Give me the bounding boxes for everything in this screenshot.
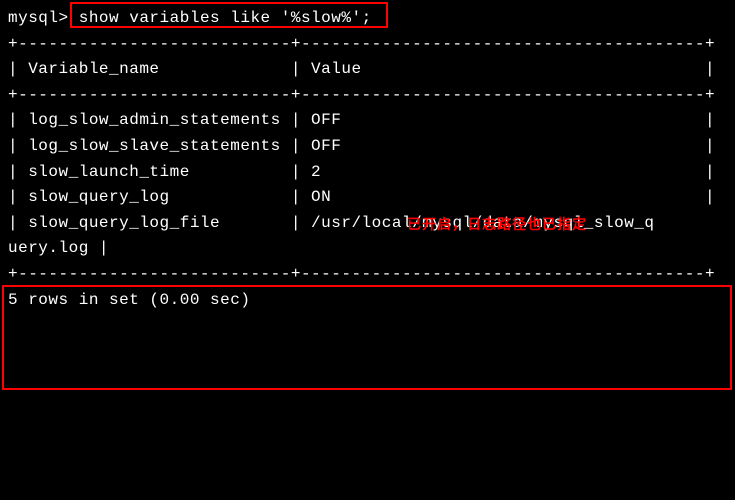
table-row: | slow_query_log_file | /usr/local/mysql… [8, 211, 727, 237]
prompt: mysql> [8, 9, 79, 27]
result-footer: 5 rows in set (0.00 sec) [8, 288, 727, 314]
table-row: | log_slow_admin_statements | OFF | [8, 108, 727, 134]
command-line: mysql> show variables like '%slow%'; [8, 6, 727, 32]
table-row: | log_slow_slave_statements | OFF | [8, 134, 727, 160]
table-divider-header: +---------------------------+-----------… [8, 83, 727, 109]
table-divider-bottom: +---------------------------+-----------… [8, 262, 727, 288]
annotation-text: 已开启，日志路径也已指定 [407, 213, 587, 235]
table-row: | slow_launch_time | 2 | [8, 160, 727, 186]
table-row: | slow_query_log | ON | [8, 185, 727, 211]
table-header: | Variable_name | Value | [8, 57, 727, 83]
table-divider-top: +---------------------------+-----------… [8, 32, 727, 58]
table-row-continuation: uery.log | [8, 236, 727, 262]
command-text: show variables like '%slow%'; [79, 9, 372, 27]
